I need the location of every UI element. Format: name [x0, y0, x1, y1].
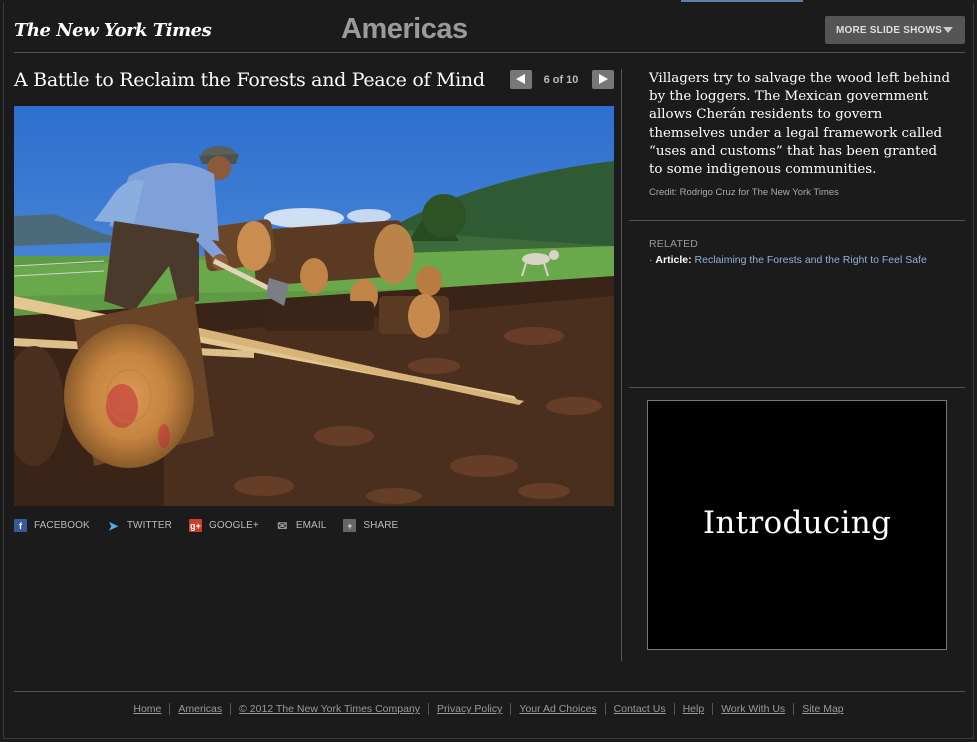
share-google-plus-button[interactable]: g+ GOOGLE+ [188, 519, 259, 532]
slide-counter: 6 of 10 [543, 74, 579, 86]
share-twitter-button[interactable]: ➤ TWITTER [107, 518, 172, 533]
footer-link-privacy-policy[interactable]: Privacy Policy [437, 703, 502, 715]
more-slideshows-label: MORE SLIDE SHOWS [836, 24, 942, 36]
footer-link-home[interactable]: Home [133, 703, 161, 715]
chevron-down-icon [943, 27, 953, 33]
share-label: GOOGLE+ [208, 520, 259, 531]
footer-link-americas[interactable]: Americas [178, 703, 222, 715]
more-slideshows-button[interactable]: MORE SLIDE SHOWS [825, 16, 965, 44]
caption-divider [629, 220, 965, 221]
share-more-button[interactable]: + SHARE [343, 519, 398, 532]
header-divider [14, 52, 965, 53]
photo-credit: Credit: Rodrigo Cruz for The New York Ti… [649, 187, 839, 198]
google-plus-icon: g+ [188, 519, 202, 532]
advertisement[interactable]: Introducing [647, 400, 947, 650]
footer-link-site-map[interactable]: Site Map [802, 703, 843, 715]
share-bar: f FACEBOOK ➤ TWITTER g+ GOOGLE+ ✉ EMAIL … [14, 518, 415, 533]
column-divider [621, 69, 622, 661]
share-facebook-button[interactable]: f FACEBOOK [14, 519, 90, 532]
footer-link-copyright[interactable]: © 2012 The New York Times Company [239, 703, 420, 715]
footer-links: Home Americas © 2012 The New York Times … [0, 703, 977, 715]
facebook-icon: f [14, 519, 27, 532]
share-label: TWITTER [126, 520, 172, 531]
slide-caption: Villagers try to salvage the wood left b… [649, 71, 951, 178]
related-article-link[interactable]: Reclaiming the Forests and the Right to … [695, 254, 927, 266]
previous-slide-button[interactable] [510, 70, 532, 89]
slide-photo [14, 106, 614, 506]
ad-text: Introducing [702, 505, 892, 541]
footer-link-ad-choices[interactable]: Your Ad Choices [519, 703, 596, 715]
related-article-item: · Article: Reclaiming the Forests and th… [649, 254, 927, 266]
related-divider [629, 387, 965, 388]
nyt-logo[interactable]: The New York Times [14, 20, 212, 41]
slideshow-headline: A Battle to Reclaim the Forests and Peac… [14, 69, 485, 91]
email-icon: ✉ [277, 518, 288, 533]
footer-link-contact-us[interactable]: Contact Us [614, 703, 666, 715]
share-label: EMAIL [295, 520, 327, 531]
twitter-icon: ➤ [108, 518, 119, 533]
share-label: SHARE [363, 520, 399, 531]
share-plus-icon: + [343, 519, 357, 532]
footer-link-help[interactable]: Help [683, 703, 705, 715]
next-slide-button[interactable] [592, 70, 614, 89]
related-item-kind: Article: [655, 254, 692, 266]
share-email-button[interactable]: ✉ EMAIL [276, 518, 327, 533]
section-title[interactable]: Americas [341, 13, 468, 46]
footer-divider [14, 691, 965, 692]
top-accent-bar [681, 0, 803, 2]
related-heading: RELATED [649, 238, 699, 250]
footer-link-work-with-us[interactable]: Work With Us [721, 703, 785, 715]
share-label: FACEBOOK [34, 520, 90, 531]
